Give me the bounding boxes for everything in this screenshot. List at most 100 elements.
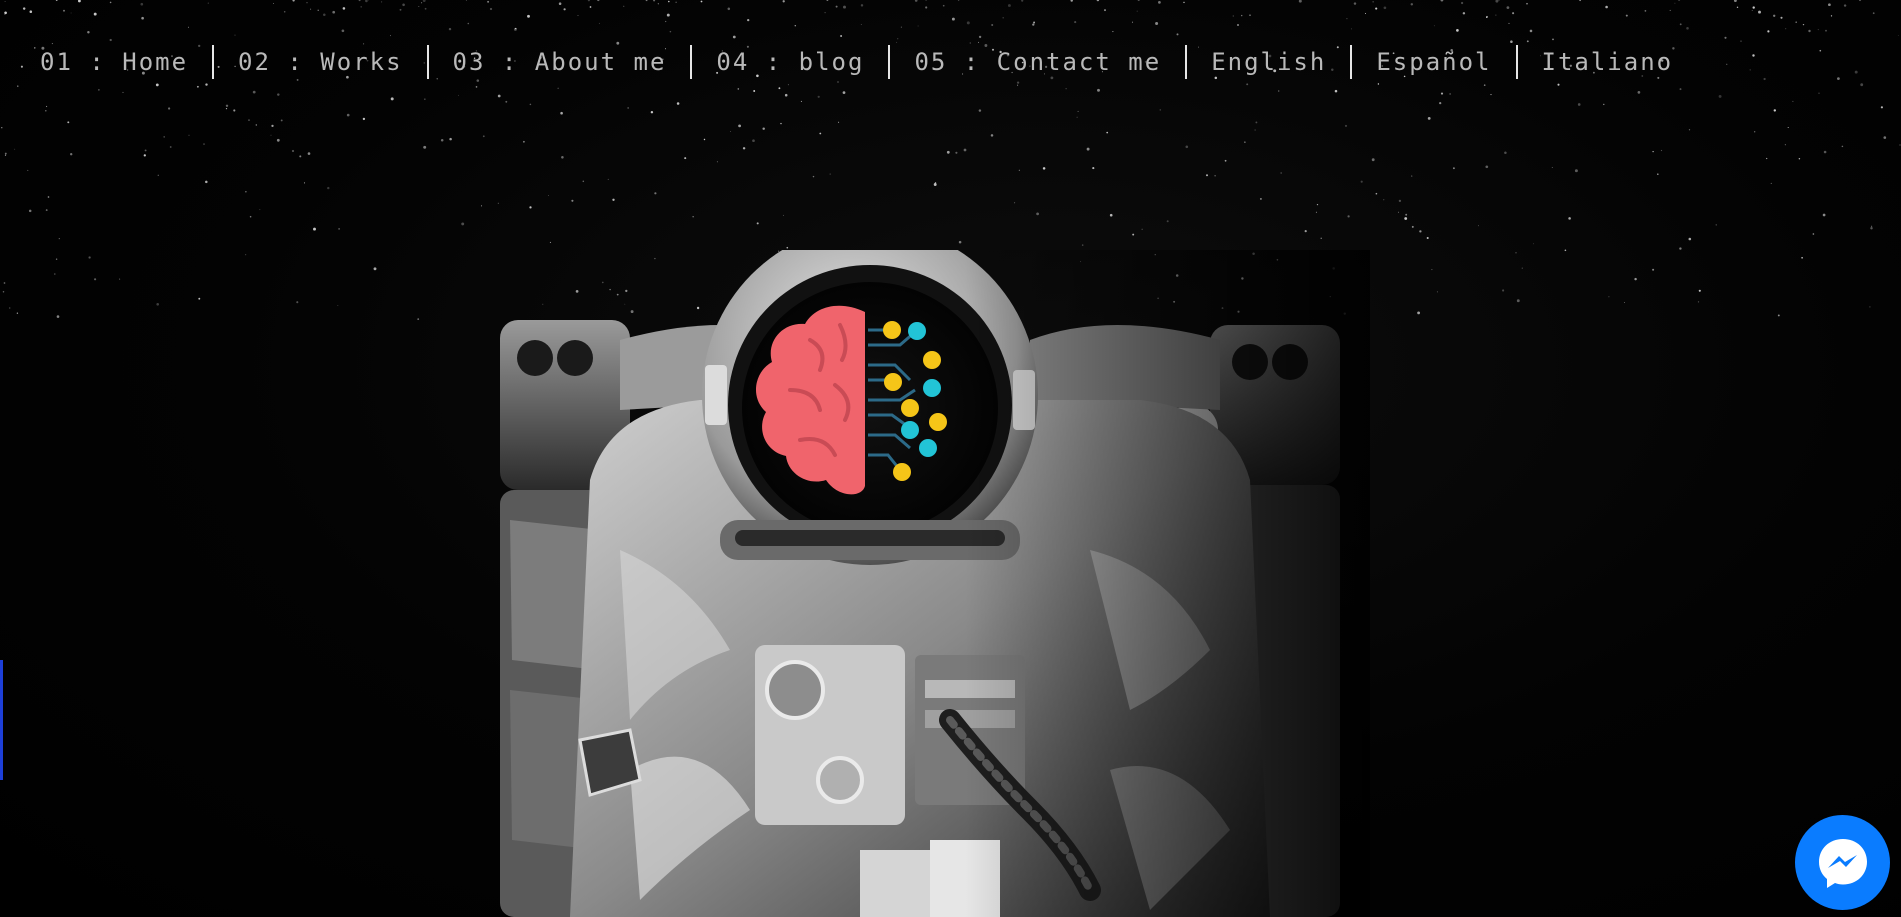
nav-blog[interactable]: 04 : blog <box>692 44 888 80</box>
star <box>1316 203 1319 206</box>
star <box>332 10 336 14</box>
star <box>840 35 843 37</box>
star <box>1478 225 1479 227</box>
star <box>16 312 19 314</box>
star <box>557 87 559 89</box>
star <box>1777 314 1780 317</box>
star <box>358 0 361 2</box>
star <box>1754 131 1756 133</box>
star <box>276 138 280 142</box>
star <box>1254 129 1256 131</box>
star <box>560 111 563 115</box>
star <box>417 318 420 320</box>
star <box>1185 145 1189 149</box>
star <box>360 6 362 8</box>
star <box>55 0 58 1</box>
star <box>1042 167 1046 170</box>
star <box>1018 169 1020 171</box>
star <box>1634 277 1637 281</box>
star <box>1241 14 1243 17</box>
star <box>963 148 967 152</box>
nav-about-me[interactable]: 03 : About me <box>429 44 691 80</box>
star <box>313 227 316 231</box>
lang-english[interactable]: English <box>1187 44 1350 80</box>
star <box>966 21 970 25</box>
nav-blog-label: 04 : blog <box>716 48 865 76</box>
star <box>1344 124 1348 127</box>
star <box>14 148 16 150</box>
star <box>505 100 508 103</box>
star <box>373 267 377 271</box>
lang-italiano[interactable]: Italiano <box>1518 44 1698 80</box>
star <box>1433 25 1435 27</box>
star <box>67 121 70 124</box>
star <box>1751 9 1753 11</box>
star <box>1495 0 1499 3</box>
star <box>737 88 740 90</box>
star <box>1334 89 1338 93</box>
star <box>991 23 994 27</box>
star <box>1551 166 1553 169</box>
star <box>753 90 756 92</box>
star <box>1773 109 1777 112</box>
lang-espanol[interactable]: Español <box>1352 44 1515 80</box>
star <box>1320 237 1322 239</box>
star <box>489 7 493 11</box>
nav-contact-me[interactable]: 05 : Contact me <box>890 44 1185 80</box>
star <box>1132 233 1135 236</box>
star <box>1780 16 1783 19</box>
star <box>418 5 420 8</box>
star <box>98 89 100 91</box>
star <box>1740 40 1742 42</box>
star <box>787 84 789 86</box>
star <box>1752 54 1755 57</box>
messenger-chat-button[interactable] <box>1795 815 1890 910</box>
star <box>449 137 452 141</box>
star <box>277 93 280 96</box>
star <box>752 139 755 143</box>
star <box>1 127 3 129</box>
star <box>1244 141 1246 143</box>
star <box>794 24 797 27</box>
star <box>1669 9 1671 11</box>
star <box>402 3 405 7</box>
star <box>1255 121 1258 124</box>
star <box>1353 2 1357 5</box>
star <box>1624 302 1625 303</box>
star <box>668 0 670 3</box>
star <box>1246 83 1249 86</box>
star <box>1521 267 1523 269</box>
star <box>1577 103 1581 106</box>
star <box>529 206 532 209</box>
star <box>29 10 33 13</box>
star <box>1787 126 1789 129</box>
star <box>1579 0 1581 2</box>
star <box>1512 12 1515 15</box>
star <box>422 0 426 2</box>
star <box>727 7 731 11</box>
star <box>1224 159 1227 162</box>
star <box>650 110 654 114</box>
star <box>1097 88 1100 92</box>
star <box>4 11 7 15</box>
star <box>914 0 918 2</box>
star <box>1568 217 1571 220</box>
star <box>1074 21 1077 24</box>
star <box>1232 15 1234 17</box>
star <box>1137 0 1140 2</box>
star <box>782 0 785 3</box>
star <box>627 107 629 109</box>
star <box>34 47 36 49</box>
star <box>399 8 402 11</box>
star <box>1439 101 1442 105</box>
nav-home[interactable]: 01 : Home <box>40 44 212 80</box>
star <box>1452 167 1455 170</box>
star <box>692 216 694 218</box>
nav-works[interactable]: 02 : Works <box>214 44 427 80</box>
star <box>1770 182 1772 184</box>
star <box>1462 12 1466 15</box>
star <box>119 278 121 280</box>
star <box>1773 14 1776 17</box>
star <box>465 0 467 1</box>
star <box>665 20 667 23</box>
